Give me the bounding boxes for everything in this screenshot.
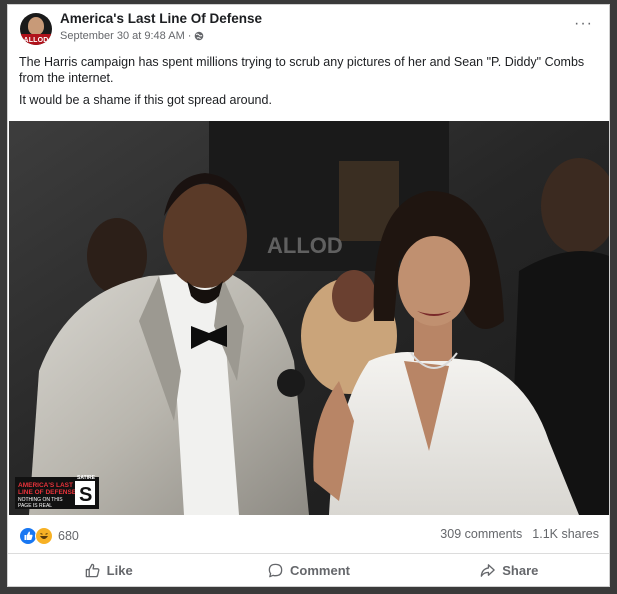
share-label: Share — [502, 562, 539, 578]
badge-line-2: LINE OF DEFENSE — [18, 489, 77, 496]
reactions-summary[interactable]: 680 — [20, 527, 79, 545]
meta-separator: · — [187, 30, 192, 42]
comments-count-link[interactable]: 309 comments — [440, 527, 522, 541]
photo-watermark: ALLOD — [267, 233, 343, 258]
thumbs-up-icon — [85, 563, 100, 577]
like-label: Like — [106, 562, 133, 578]
post-timestamp[interactable]: September 30 at 9:48 AM — [60, 30, 185, 42]
comment-bubble-icon — [268, 563, 283, 577]
avatar-face — [28, 17, 44, 35]
engagement-counts: 309 comments 1.1K shares — [440, 527, 599, 541]
photo-illustration: ALLOD AMERICA'S LAST LINE OF DEFENSE NOT… — [9, 121, 609, 515]
engagement-bar: 680 309 comments 1.1K shares — [8, 515, 609, 554]
more-options-button[interactable]: ··· — [574, 15, 593, 33]
share-arrow-icon — [480, 563, 496, 577]
post-photo[interactable]: ALLOD AMERICA'S LAST LINE OF DEFENSE NOT… — [9, 121, 609, 515]
comment-button[interactable]: Comment — [208, 554, 408, 586]
globe-icon — [195, 31, 204, 41]
badge-letter: S — [79, 484, 92, 506]
haha-reaction-icon — [35, 527, 53, 545]
post-header: ALLOD America's Last Line Of Defense Sep… — [8, 5, 609, 45]
post-text-line-2: It would be a shame if this got spread a… — [19, 93, 272, 107]
post-text-line-1: The Harris campaign has spent millions t… — [19, 55, 585, 85]
post-meta: September 30 at 9:48 AM · — [60, 30, 204, 42]
share-button[interactable]: Share — [409, 554, 609, 586]
shares-count-link[interactable]: 1.1K shares — [532, 527, 599, 541]
like-reaction-icon — [20, 528, 36, 544]
reaction-count: 680 — [58, 529, 79, 543]
post-actions: Like Comment Share — [8, 554, 609, 586]
comment-label: Comment — [290, 562, 350, 578]
page-name-link[interactable]: America's Last Line Of Defense — [60, 11, 262, 26]
post-body: The Harris campaign has spent millions t… — [19, 54, 599, 114]
page-avatar[interactable]: ALLOD — [20, 13, 52, 45]
like-button[interactable]: Like — [8, 554, 208, 586]
badge-tag: SATIRE — [77, 475, 96, 481]
badge-line-1: AMERICA'S LAST — [18, 482, 73, 489]
satire-badge: AMERICA'S LAST LINE OF DEFENSE NOTHING O… — [15, 475, 99, 509]
facebook-post-card: ALLOD America's Last Line Of Defense Sep… — [7, 4, 610, 587]
badge-line-4: PAGE IS REAL — [18, 503, 52, 509]
avatar-text: ALLOD — [23, 37, 49, 44]
